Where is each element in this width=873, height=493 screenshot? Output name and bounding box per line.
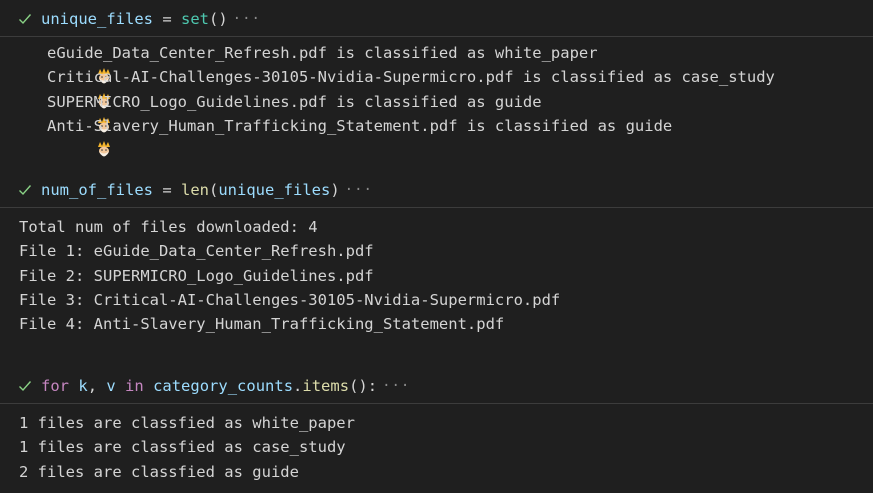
cell-3-code-line[interactable]: for k, v in category_counts.items(): ··· bbox=[0, 369, 873, 403]
code-token: category_counts bbox=[153, 377, 294, 395]
code-token: len bbox=[180, 181, 209, 199]
output-line: SUPERMICRO_Logo_Guidelines.pdf is classi… bbox=[19, 90, 873, 133]
output-line: Anti-Slavery_Human_Trafficking_Statement… bbox=[19, 114, 873, 157]
cell-1-output: eGuide_Data_Center_Refresh.pdf is classi… bbox=[0, 37, 873, 157]
code-token: = bbox=[152, 10, 181, 28]
code-token: for bbox=[41, 377, 69, 395]
output-text: eGuide_Data_Center_Refresh.pdf is classi… bbox=[47, 44, 598, 62]
check-icon bbox=[17, 378, 33, 394]
cell-3-code: for k, v in category_counts.items(): bbox=[41, 377, 377, 395]
code-token: set bbox=[180, 10, 209, 28]
collapsed-code-indicator[interactable]: ··· bbox=[233, 11, 261, 27]
code-token: unique_files bbox=[218, 181, 331, 199]
code-token: unique_files bbox=[41, 10, 153, 28]
output-line: 1 files are classfied as case_study bbox=[19, 438, 346, 457]
code-token: () bbox=[208, 10, 228, 28]
output-line: 1 files are classfied as white_paper bbox=[19, 414, 355, 432]
output-text: Anti-Slavery_Human_Trafficking_Statement… bbox=[47, 116, 673, 135]
collapsed-code-indicator[interactable]: ··· bbox=[345, 182, 373, 198]
code-token: k bbox=[78, 377, 88, 395]
notebook-cell-1: unique_files = set() ··· eGuide_Data_Cen… bbox=[0, 2, 873, 157]
code-token: , bbox=[87, 377, 107, 395]
notebook-cell-3: for k, v in category_counts.items(): ···… bbox=[0, 369, 873, 484]
output-line: Critical-AI-Challenges-30105-Nvidia-Supe… bbox=[19, 65, 873, 109]
output-line: File 1: eGuide_Data_Center_Refresh.pdf bbox=[19, 242, 374, 261]
collapsed-code-indicator[interactable]: ··· bbox=[382, 378, 410, 394]
check-icon bbox=[17, 11, 33, 27]
gnome-emoji-icon bbox=[19, 116, 110, 157]
code-token: in bbox=[125, 377, 144, 395]
gnome-emoji-icon bbox=[19, 43, 110, 84]
cell-1-code-line[interactable]: unique_files = set() ··· bbox=[0, 2, 873, 36]
code-token: ) bbox=[330, 181, 340, 199]
cell-1-code: unique_files = set() bbox=[41, 10, 228, 28]
output-line: File 3: Critical-AI-Challenges-30105-Nvi… bbox=[19, 290, 561, 309]
cell-2-code-line[interactable]: num_of_files = len(unique_files) ··· bbox=[0, 173, 873, 207]
gnome-emoji-icon bbox=[19, 92, 110, 133]
cell-2-output: Total num of files downloaded: 4 File 1:… bbox=[0, 208, 873, 336]
output-line: 2 files are classfied as guide bbox=[19, 462, 299, 481]
code-token: = bbox=[152, 181, 181, 199]
gnome-emoji-icon bbox=[19, 67, 110, 109]
notebook-cell-2: num_of_files = len(unique_files) ··· Tot… bbox=[0, 173, 873, 336]
output-line: eGuide_Data_Center_Refresh.pdf is classi… bbox=[19, 41, 873, 84]
code-token: items bbox=[302, 377, 350, 395]
code-token: v bbox=[106, 377, 116, 395]
code-token: ( bbox=[208, 181, 219, 199]
output-text: Critical-AI-Challenges-30105-Nvidia-Supe… bbox=[47, 68, 775, 87]
output-text: SUPERMICRO_Logo_Guidelines.pdf is classi… bbox=[47, 92, 542, 111]
check-icon bbox=[17, 182, 33, 198]
cell-3-output: 1 files are classfied as white_paper 1 f… bbox=[0, 404, 873, 484]
cell-2-code: num_of_files = len(unique_files) bbox=[41, 181, 340, 199]
output-line: Total num of files downloaded: 4 bbox=[19, 218, 318, 236]
code-token: num_of_files bbox=[41, 181, 153, 199]
output-line: File 2: SUPERMICRO_Logo_Guidelines.pdf bbox=[19, 266, 374, 285]
code-token: (): bbox=[349, 377, 378, 395]
code-token: . bbox=[293, 377, 303, 395]
output-line: File 4: Anti-Slavery_Human_Trafficking_S… bbox=[19, 315, 505, 334]
